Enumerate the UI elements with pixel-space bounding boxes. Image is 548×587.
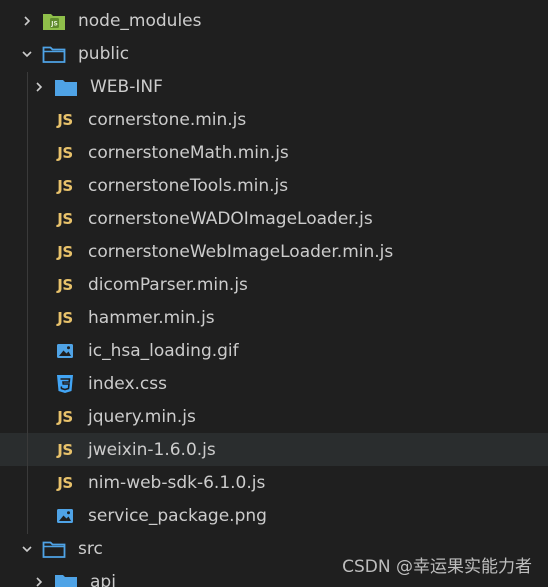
tree-item-file[interactable]: JS hammer.min.js [0, 301, 548, 334]
image-icon [54, 343, 76, 359]
tree-item-label: index.css [88, 373, 167, 394]
tree-item-file[interactable]: JS jquery.min.js [0, 400, 548, 433]
indent-guide [27, 72, 28, 534]
tree-item-label: api [90, 571, 116, 587]
tree-item-file[interactable]: JS dicomParser.min.js [0, 268, 548, 301]
tree-item-label: dicomParser.min.js [88, 274, 248, 295]
tree-item-label: jweixin-1.6.0.js [88, 439, 216, 460]
folder-open-icon [42, 539, 66, 559]
image-icon [54, 508, 76, 524]
folder-icon [54, 572, 78, 587]
tree-item-file[interactable]: JS cornerstoneTools.min.js [0, 169, 548, 202]
tree-item-web-inf[interactable]: WEB-INF [0, 70, 548, 103]
file-explorer-tree: JS node_modules public WEB-INF JS corner… [0, 4, 548, 587]
chevron-right-icon [30, 78, 48, 96]
js-file-icon: JS [57, 143, 73, 162]
tree-item-file-selected[interactable]: JS jweixin-1.6.0.js [0, 433, 548, 466]
tree-item-label: hammer.min.js [88, 307, 215, 328]
tree-item-file[interactable]: JS cornerstoneWebImageLoader.min.js [0, 235, 548, 268]
js-file-icon: JS [57, 242, 73, 261]
tree-item-label: cornerstoneTools.min.js [88, 175, 289, 196]
tree-item-label: cornerstoneWebImageLoader.min.js [88, 241, 394, 262]
tree-item-label: service_package.png [88, 505, 267, 526]
folder-icon [54, 77, 78, 97]
tree-item-file[interactable]: service_package.png [0, 499, 548, 532]
tree-item-label: public [78, 43, 130, 64]
tree-item-label: node_modules [78, 10, 202, 31]
tree-item-public[interactable]: public [0, 37, 548, 70]
folder-open-icon [42, 44, 66, 64]
css-icon [54, 374, 76, 394]
tree-item-file[interactable]: JS nim-web-sdk-6.1.0.js [0, 466, 548, 499]
tree-item-file[interactable]: ic_hsa_loading.gif [0, 334, 548, 367]
js-file-icon: JS [57, 440, 73, 459]
chevron-right-icon [30, 573, 48, 587]
tree-item-file[interactable]: JS cornerstoneWADOImageLoader.js [0, 202, 548, 235]
tree-item-node-modules[interactable]: JS node_modules [0, 4, 548, 37]
chevron-down-icon [18, 540, 36, 558]
tree-item-label: cornerstone.min.js [88, 109, 247, 130]
tree-item-label: cornerstoneMath.min.js [88, 142, 289, 163]
js-file-icon: JS [57, 407, 73, 426]
js-file-icon: JS [57, 209, 73, 228]
watermark: CSDN @幸运果实能力者 [342, 557, 532, 577]
tree-item-label: WEB-INF [90, 76, 163, 97]
tree-item-file[interactable]: index.css [0, 367, 548, 400]
tree-item-label: src [78, 538, 103, 559]
js-file-icon: JS [57, 308, 73, 327]
svg-text:JS: JS [50, 20, 58, 27]
chevron-right-icon [18, 12, 36, 30]
chevron-down-icon [18, 45, 36, 63]
node-modules-folder-icon: JS [42, 11, 66, 31]
tree-item-label: jquery.min.js [88, 406, 196, 427]
tree-item-label: cornerstoneWADOImageLoader.js [88, 208, 373, 229]
tree-item-label: ic_hsa_loading.gif [88, 340, 239, 361]
tree-item-label: nim-web-sdk-6.1.0.js [88, 472, 266, 493]
tree-item-file[interactable]: JS cornerstone.min.js [0, 103, 548, 136]
tree-item-file[interactable]: JS cornerstoneMath.min.js [0, 136, 548, 169]
js-file-icon: JS [57, 275, 73, 294]
js-file-icon: JS [57, 176, 73, 195]
js-file-icon: JS [57, 473, 73, 492]
js-file-icon: JS [57, 110, 73, 129]
